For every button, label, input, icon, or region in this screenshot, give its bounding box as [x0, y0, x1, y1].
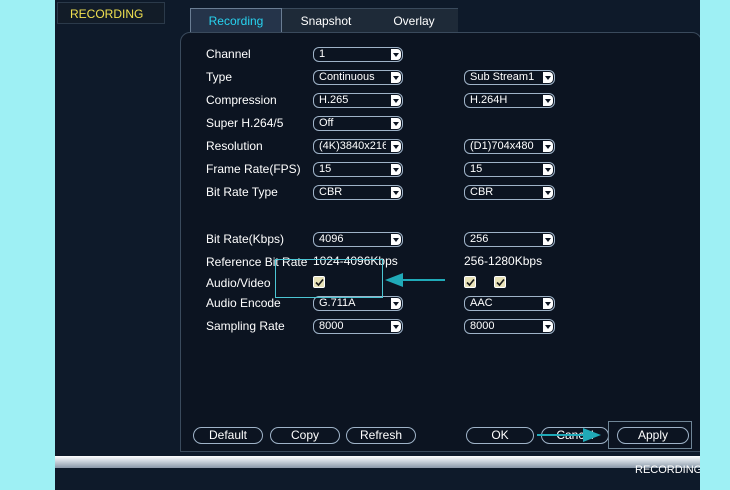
- arrow-right-icon: [537, 428, 601, 442]
- annotation-arrows: [385, 273, 601, 442]
- arrow-left-icon: [385, 273, 445, 287]
- dvr-screen: RECORDING Recording Snapshot Overlay Cha…: [55, 0, 700, 490]
